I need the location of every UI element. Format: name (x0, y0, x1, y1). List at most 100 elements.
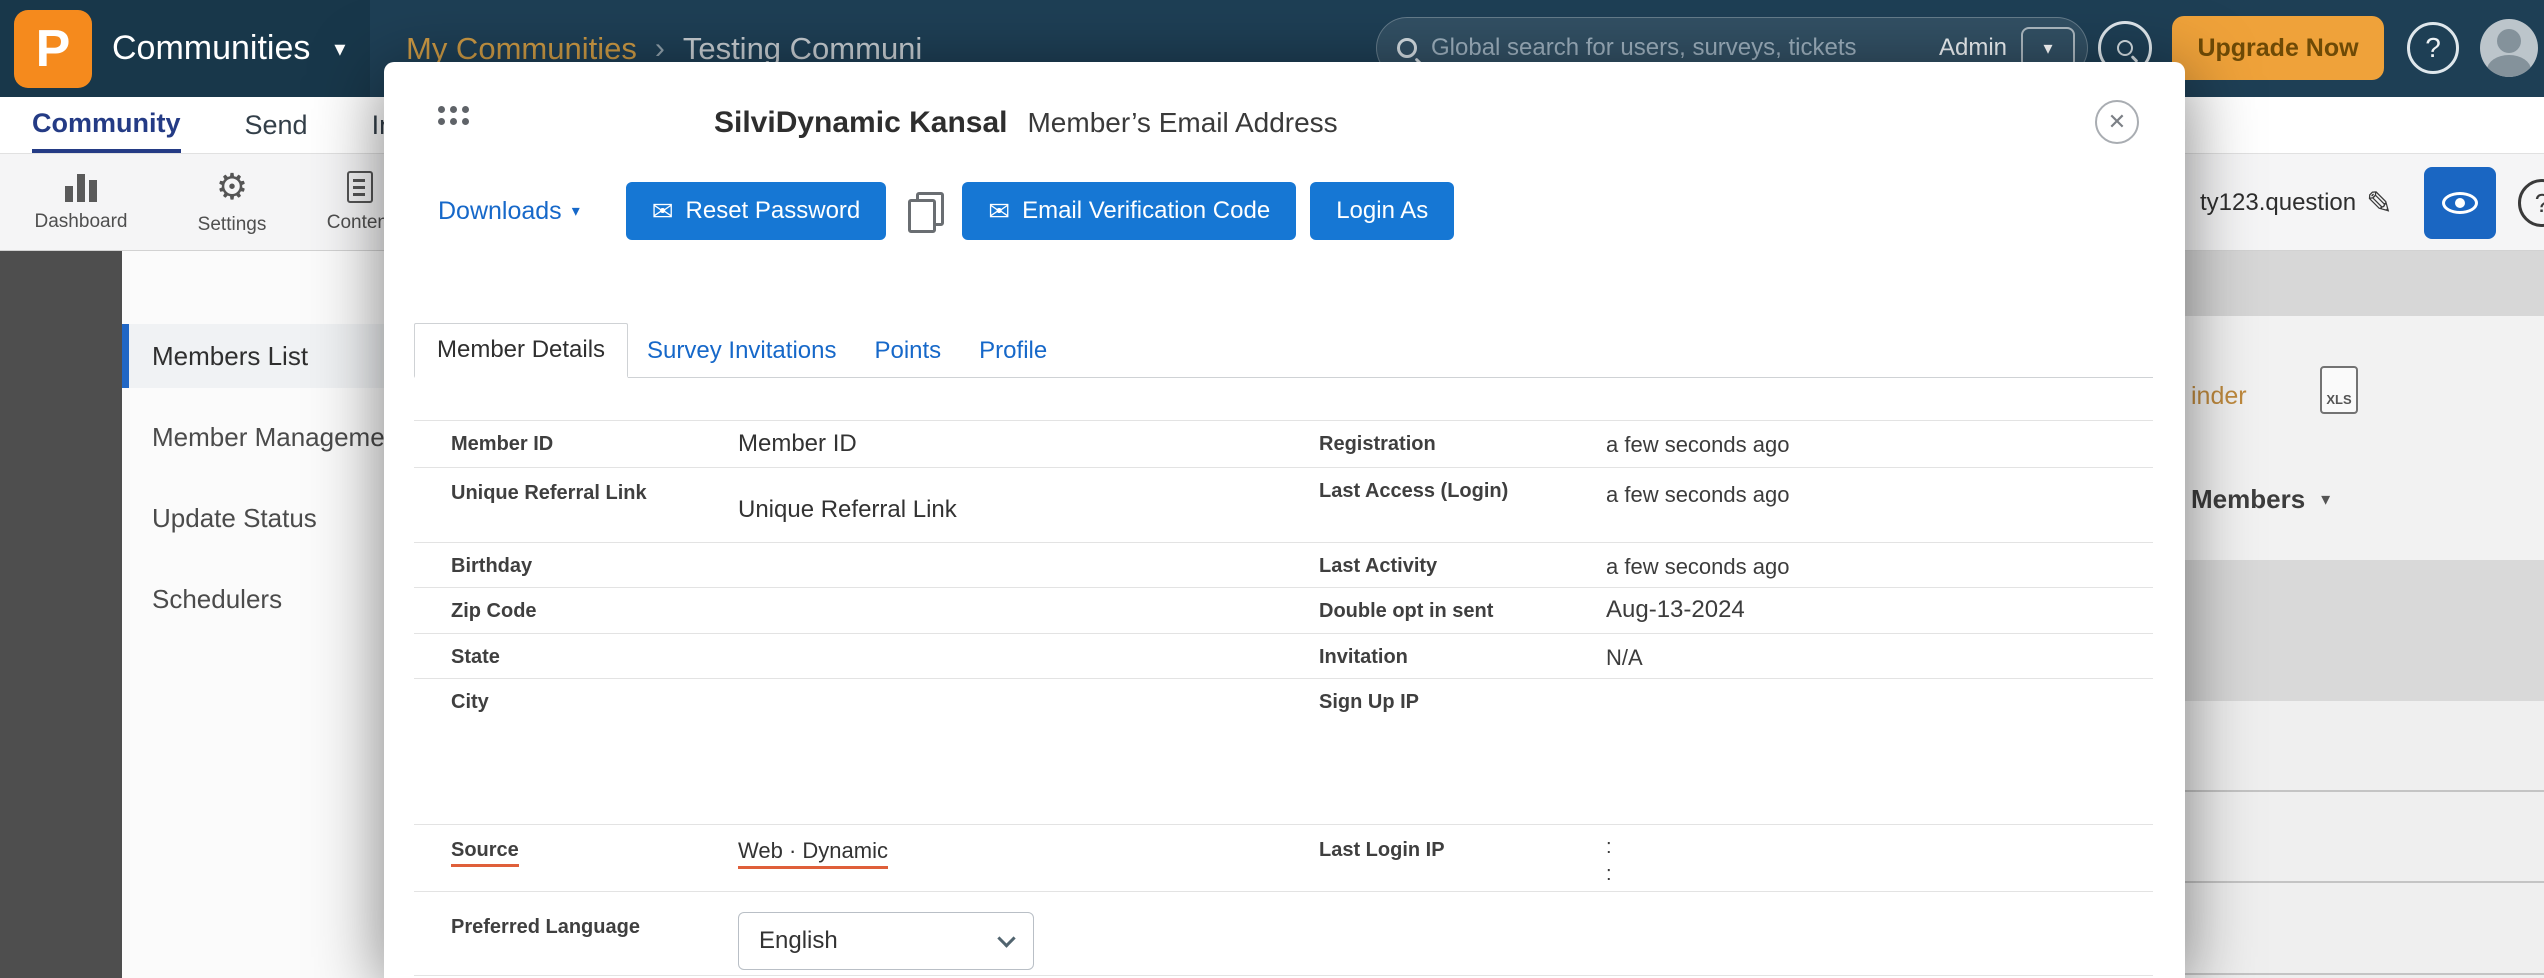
nav-tab-community[interactable]: Community (32, 97, 181, 153)
reminder-link-fragment[interactable]: inder (2191, 382, 2247, 411)
email-verification-label: Email Verification Code (1022, 197, 1270, 225)
selected-language: English (759, 927, 838, 955)
detail-row-city: City Sign Up IP (414, 678, 2153, 824)
edit-domain-button[interactable]: ✎ (2366, 154, 2393, 251)
gear-icon: ⚙ (216, 169, 248, 205)
document-icon (347, 171, 373, 203)
pencil-icon: ✎ (2366, 184, 2393, 222)
field-label: City (451, 691, 489, 714)
field-label: Member ID (451, 433, 553, 456)
sidebar-item-update-status[interactable]: Update Status (122, 486, 408, 550)
tab-points[interactable]: Points (855, 325, 960, 377)
email-verification-code-button[interactable]: ✉ Email Verification Code (962, 182, 1296, 240)
toolbar-item-label: Dashboard (35, 211, 128, 233)
xls-export-icon[interactable]: XLS (2320, 366, 2358, 414)
chevron-down-icon: ▾ (2321, 489, 2330, 510)
tab-profile[interactable]: Profile (960, 325, 1066, 377)
search-scope-label: Admin (1939, 34, 2007, 62)
background-table-rows (2185, 701, 2544, 978)
sidebar-item-members-list[interactable]: Members List (122, 324, 408, 388)
sidebar-item-member-management[interactable]: Member Management (122, 405, 408, 469)
field-value: a few seconds ago (1606, 482, 1789, 508)
members-dropdown[interactable]: Members ▾ (2191, 484, 2330, 515)
detail-row-state: State Invitation N/A (414, 633, 2153, 678)
avatar[interactable] (2480, 19, 2538, 77)
envelope-icon: ✉ (652, 198, 674, 224)
upgrade-now-button[interactable]: Upgrade Now (2172, 16, 2384, 80)
modal-close-button[interactable]: ✕ (2095, 100, 2139, 144)
field-label: State (451, 646, 500, 669)
field-value: Aug-13-2024 (1606, 596, 1745, 624)
reset-password-label: Reset Password (686, 197, 861, 225)
member-email-subtitle: Member’s Email Address (1027, 107, 1337, 139)
background-table-header (2185, 560, 2544, 701)
chevron-down-icon: ▾ (2043, 38, 2052, 59)
toolbar-item-label: Settings (198, 214, 267, 236)
ip-line: : (1606, 834, 1612, 861)
field-value: N/A (1606, 645, 1643, 671)
detail-row-birthday: Birthday Last Activity a few seconds ago (414, 542, 2153, 587)
downloads-dropdown[interactable]: Downloads ▾ (438, 197, 580, 226)
detail-row-preferred-language: Preferred Language English (414, 891, 2153, 976)
question-icon: ? (2425, 32, 2441, 64)
field-label: Unique Referral Link (451, 482, 647, 505)
question-icon: ? (2535, 188, 2544, 219)
field-value-highlighted: Web · Dynamic (738, 838, 888, 869)
member-details-modal: SilviDynamic Kansal Member’s Email Addre… (384, 62, 2185, 978)
eye-icon (2442, 192, 2478, 214)
close-icon: ✕ (2108, 109, 2126, 135)
chevron-down-icon: ▾ (572, 201, 580, 221)
background-content: inder XLS Members ▾ (2185, 251, 2544, 978)
preferred-language-select[interactable]: English (738, 912, 1034, 970)
app-switcher[interactable]: Communities ▾ (112, 0, 345, 97)
field-label: Registration (1319, 433, 1436, 456)
ip-line: : (1606, 861, 1612, 888)
field-value: a few seconds ago (1606, 432, 1789, 458)
background-panel: inder XLS Members ▾ (2185, 316, 2544, 560)
detail-row-referral-link: Unique Referral Link Unique Referral Lin… (414, 467, 2153, 542)
field-label: Last Access (Login) (1319, 480, 1508, 503)
member-details-table: Member ID Member ID Registration a few s… (414, 420, 2153, 976)
app-name: Communities (112, 29, 310, 68)
help-button[interactable]: ? (2407, 22, 2459, 74)
reset-password-button[interactable]: ✉ Reset Password (626, 182, 887, 240)
sidebar-item-schedulers[interactable]: Schedulers (122, 567, 408, 631)
members-dropdown-label: Members (2191, 484, 2305, 515)
field-label: Birthday (451, 555, 532, 578)
chevron-right-icon: › (655, 32, 665, 66)
preview-button[interactable] (2424, 167, 2496, 239)
tab-survey-invitations[interactable]: Survey Invitations (628, 325, 855, 377)
search-icon (2117, 40, 2133, 56)
drag-handle-icon[interactable] (438, 106, 469, 125)
member-name-title: SilviDynamic Kansal (714, 106, 1007, 140)
copy-icon[interactable] (908, 192, 940, 230)
toolbar-item-dashboard[interactable]: Dashboard (20, 154, 142, 251)
sidebar: Members List Member Management Update St… (122, 251, 408, 978)
envelope-icon: ✉ (988, 198, 1010, 224)
detail-row-zip-code: Zip Code Double opt in sent Aug-13-2024 (414, 587, 2153, 633)
field-label-highlighted: Source (451, 839, 519, 867)
field-label: Invitation (1319, 646, 1408, 669)
field-label: Zip Code (451, 600, 537, 623)
app-logo[interactable]: P (14, 10, 92, 88)
field-value: : : (1606, 834, 1612, 888)
modal-actions: Downloads ▾ ✉ Reset Password ✉ Email Ver… (438, 182, 1454, 240)
global-search-input[interactable] (1431, 34, 1925, 62)
field-value: Unique Referral Link (738, 496, 957, 524)
toolbar-item-settings[interactable]: ⚙ Settings (172, 154, 292, 251)
help-button-secondary[interactable]: ? (2518, 179, 2544, 227)
field-label: Sign Up IP (1319, 691, 1419, 714)
field-label: Double opt in sent (1319, 600, 1493, 623)
field-label: Preferred Language (451, 916, 640, 939)
tab-member-details[interactable]: Member Details (414, 323, 628, 378)
login-as-button[interactable]: Login As (1310, 182, 1454, 240)
modal-tabs: Member Details Survey Invitations Points… (414, 324, 2153, 378)
chevron-down-icon (997, 929, 1015, 947)
modal-titlebar: SilviDynamic Kansal Member’s Email Addre… (714, 106, 1338, 140)
downloads-label: Downloads (438, 197, 562, 226)
search-icon (1397, 38, 1417, 58)
nav-tab-send[interactable]: Send (245, 97, 308, 153)
screen: P Communities ▾ My Communities › Testing… (0, 0, 2544, 978)
detail-row-source: Source Web · Dynamic Last Login IP : : (414, 824, 2153, 891)
background-strip (2185, 251, 2544, 316)
